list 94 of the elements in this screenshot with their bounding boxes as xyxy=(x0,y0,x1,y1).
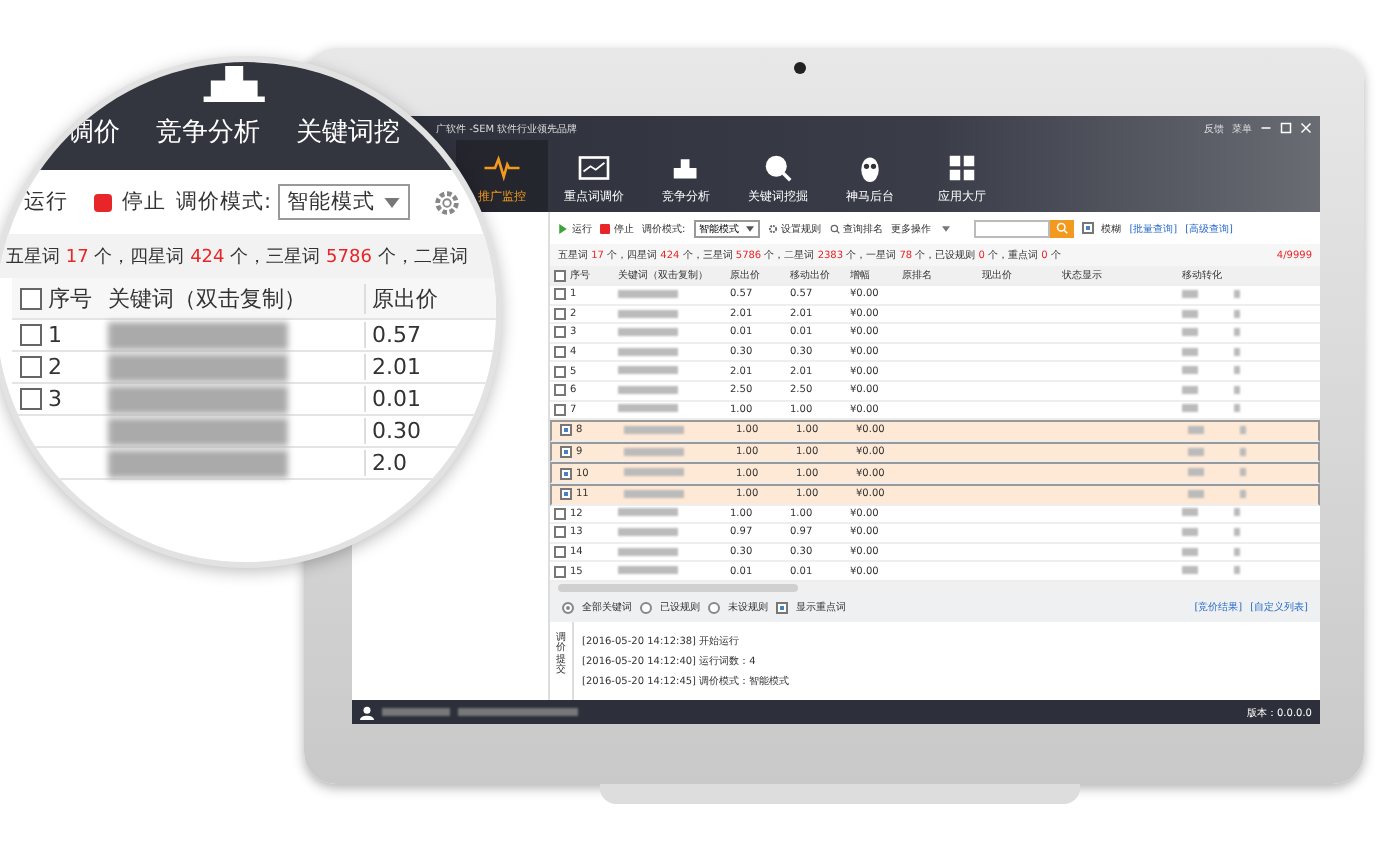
close-icon[interactable] xyxy=(1300,122,1312,134)
blurred-text xyxy=(1234,309,1240,318)
blurred-text xyxy=(1234,528,1240,537)
blurred-keyword xyxy=(618,404,678,413)
blurred-text xyxy=(1234,547,1240,556)
blurred-text xyxy=(382,708,450,716)
row-checkbox[interactable] xyxy=(560,446,572,459)
row-checkbox[interactable] xyxy=(554,346,566,359)
filter-radio[interactable] xyxy=(708,601,720,614)
row-checkbox[interactable] xyxy=(554,288,566,301)
column-header[interactable]: 关键词（双击复制） xyxy=(108,283,364,313)
key-words-checkbox[interactable] xyxy=(776,601,788,614)
pulse-icon xyxy=(484,154,520,182)
table-cell: 2 xyxy=(48,354,62,380)
blurred-text xyxy=(458,708,578,716)
blurred-keyword xyxy=(618,508,678,517)
select-all-checkbox[interactable] xyxy=(19,287,41,309)
column-header[interactable]: 序号 xyxy=(48,283,108,313)
caret-icon xyxy=(941,225,950,231)
row-checkbox[interactable] xyxy=(554,403,566,416)
blurred-keyword xyxy=(618,547,678,556)
blurred-keyword xyxy=(624,447,684,456)
row-checkbox[interactable] xyxy=(554,307,566,320)
blurred-keyword xyxy=(624,426,684,435)
table-cell: 2.0 xyxy=(364,450,492,476)
mode-dropdown[interactable]: 智能模式 xyxy=(277,184,410,220)
grid-icon xyxy=(944,154,980,182)
blurred-text xyxy=(1234,404,1240,413)
nav-tab[interactable]: 关键词挖 xyxy=(296,114,400,150)
caret-icon xyxy=(745,225,754,231)
row-checkbox[interactable] xyxy=(560,467,572,480)
mode-label: 调价模式: xyxy=(176,188,272,216)
blurred-text xyxy=(1240,489,1246,498)
row-checkbox[interactable] xyxy=(560,424,572,437)
table-cell: 0.30 xyxy=(364,418,492,444)
row-checkbox[interactable] xyxy=(554,507,566,520)
stop-icon xyxy=(94,193,112,211)
column-header[interactable]: 原出价 xyxy=(364,283,492,313)
blurred-text xyxy=(1234,366,1240,375)
blurred-keyword xyxy=(618,309,678,318)
blurred-text xyxy=(1234,289,1240,298)
row-checkbox[interactable] xyxy=(554,326,566,339)
filter-radio[interactable] xyxy=(640,601,652,614)
run-button[interactable]: 运行 xyxy=(24,188,68,216)
row-checkbox[interactable] xyxy=(19,324,41,346)
minimize-icon[interactable] xyxy=(1260,122,1272,134)
blurred-text xyxy=(1240,426,1246,435)
nav-tab[interactable]: 竞争分析 xyxy=(156,114,260,150)
blurred-keyword xyxy=(618,328,678,337)
table-cell: 3 xyxy=(48,386,62,412)
maximize-icon[interactable] xyxy=(1280,122,1292,134)
chart-window-icon xyxy=(576,154,612,182)
blurred-keyword xyxy=(618,289,678,298)
user-icon xyxy=(360,705,374,719)
fuzzy-checkbox[interactable] xyxy=(1081,222,1094,234)
blurred-text xyxy=(1234,566,1240,575)
blurred-text xyxy=(1234,385,1240,394)
blurred-keyword xyxy=(618,528,678,537)
search-field[interactable] xyxy=(973,219,1050,237)
row-checkbox[interactable] xyxy=(554,365,566,378)
gear-icon xyxy=(767,223,778,233)
gear-icon[interactable] xyxy=(431,187,462,217)
row-checkbox[interactable] xyxy=(554,546,566,559)
row-checkbox[interactable] xyxy=(554,384,566,397)
blurred-keyword xyxy=(618,566,678,575)
blurred-keyword xyxy=(618,385,678,394)
row-checkbox[interactable] xyxy=(19,388,41,410)
row-checkbox[interactable] xyxy=(554,565,566,578)
camera-dot xyxy=(794,62,806,74)
play-icon xyxy=(558,223,568,233)
table-cell: 0.01 xyxy=(364,386,492,412)
stats-summary: 五星词 17 个，四星词 424 个，三星词 5786 个，二星词 xyxy=(6,245,468,269)
blurred-text xyxy=(1234,328,1240,337)
table-cell: 2.01 xyxy=(364,354,492,380)
filter-radio[interactable] xyxy=(562,601,574,614)
search-icon xyxy=(760,154,796,182)
select-all-checkbox[interactable] xyxy=(554,269,566,281)
blurred-keyword xyxy=(624,468,684,477)
table-cell: 1 xyxy=(48,322,62,348)
table-cell: 0.57 xyxy=(364,322,492,348)
blurred-text xyxy=(1234,508,1240,517)
blurred-keyword xyxy=(618,366,678,375)
blurred-text xyxy=(1240,447,1246,456)
blurred-keyword xyxy=(624,489,684,498)
row-checkbox[interactable] xyxy=(560,488,572,501)
blurred-keyword xyxy=(618,347,678,356)
blurred-text xyxy=(1240,468,1246,477)
stop-button[interactable]: 停止 xyxy=(122,188,166,216)
row-checkbox[interactable] xyxy=(554,526,566,539)
caret-icon xyxy=(383,197,400,208)
blurred-text xyxy=(1234,347,1240,356)
search-icon xyxy=(829,223,840,233)
row-checkbox[interactable] xyxy=(19,356,41,378)
stop-icon xyxy=(600,223,610,233)
